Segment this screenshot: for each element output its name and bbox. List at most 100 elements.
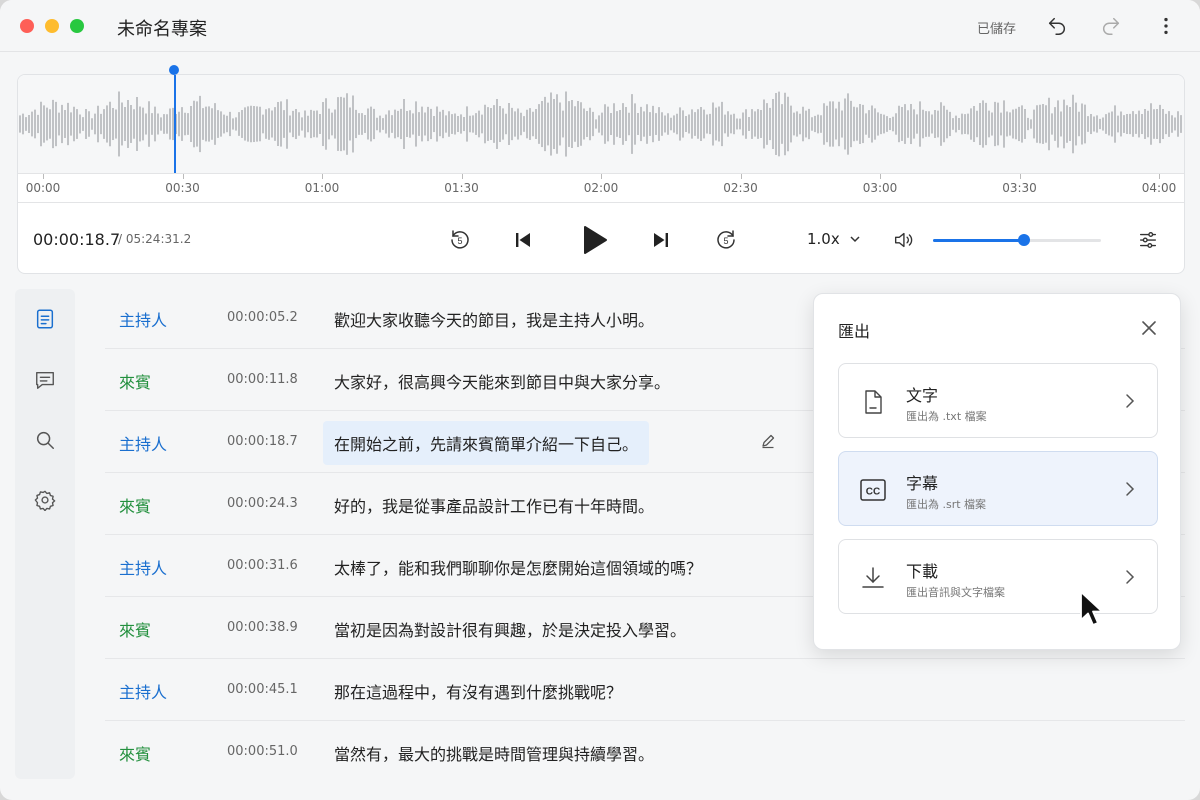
search-icon — [36, 431, 54, 449]
export-text-option[interactable]: 文字 匯出為 .txt 檔案 — [838, 363, 1158, 438]
svg-text:5: 5 — [457, 236, 462, 246]
segment-text[interactable]: 在開始之前，先請來賓簡單介紹一下自己。 — [323, 421, 650, 465]
play-icon — [584, 226, 607, 254]
comments-tab[interactable] — [29, 364, 61, 396]
speaker-label[interactable]: 主持人 — [119, 679, 167, 703]
ruler-tick — [1019, 174, 1021, 179]
download-icon — [862, 567, 884, 588]
segment-timestamp[interactable]: 00:00:45.1 — [227, 682, 298, 697]
segment-timestamp[interactable]: 00:00:18.7 — [227, 434, 298, 449]
segment-text[interactable]: 大家好，很高興今天能來到節目中與大家分享。 — [334, 369, 670, 393]
speaker-label[interactable]: 來賓 — [119, 369, 151, 393]
speaker-label[interactable]: 來賓 — [119, 493, 151, 517]
skip-next-icon — [654, 233, 668, 247]
app-window: 未命名專案 已儲存 00:00 00:30 01:00 01:30 02:00 02:30… — [0, 0, 1200, 800]
segment-timestamp[interactable]: 00:00:11.8 — [227, 372, 298, 387]
option-subtitle: 匯出為 .srt 檔案 — [906, 498, 987, 511]
ruler-tick — [322, 174, 323, 179]
segment-timestamp[interactable]: 00:00:05.2 — [227, 310, 298, 325]
project-title: 未命名專案 — [117, 19, 207, 40]
next-button[interactable] — [649, 228, 673, 252]
comment-icon — [36, 371, 54, 389]
segment-text[interactable]: 當初是因為對設計很有興趣，於是決定投入學習。 — [334, 617, 686, 641]
option-title: 字幕 — [906, 474, 939, 493]
option-subtitle: 匯出音訊與文字檔案 — [906, 586, 1005, 599]
option-title: 文字 — [906, 386, 939, 405]
segment-text[interactable]: 好的，我是從事產品設計工作已有十年時間。 — [334, 493, 654, 517]
chevron-down-icon — [849, 236, 860, 243]
document-icon — [36, 309, 54, 329]
segment-timestamp[interactable]: 00:00:38.9 — [227, 620, 298, 635]
forward-5-button[interactable]: 5 — [713, 227, 739, 253]
speed-selector[interactable]: 1.0x — [807, 230, 861, 248]
minimize-window-button[interactable] — [45, 19, 59, 33]
title-bar: 未命名專案 已儲存 — [0, 0, 1200, 52]
speaker-label[interactable]: 主持人 — [119, 555, 167, 579]
segment-text[interactable]: 歡迎大家收聽今天的節目，我是主持人小明。 — [334, 307, 654, 331]
undo-button[interactable] — [1043, 12, 1071, 40]
volume-level — [933, 239, 1024, 242]
more-vertical-icon — [1164, 17, 1168, 35]
segment-timestamp[interactable]: 00:00:24.3 — [227, 496, 298, 511]
undo-icon — [1048, 17, 1065, 35]
audio-player: 00:00 00:30 01:00 01:30 02:00 02:30 03:00 03:30… — [17, 74, 1185, 274]
cc-icon: CC — [860, 479, 886, 501]
segment-text[interactable]: 那在這過程中，有沒有遇到什麼挑戰呢？ — [334, 679, 622, 703]
timeline-ruler[interactable]: 00:00 00:30 01:00 01:30 02:00 02:30 03:00 03:30… — [18, 173, 1184, 203]
close-icon[interactable] — [1140, 319, 1158, 337]
search-tab[interactable] — [29, 424, 61, 456]
ruler-tick — [43, 174, 44, 179]
redo-button[interactable] — [1097, 12, 1125, 40]
close-window-button[interactable] — [20, 19, 34, 33]
edit-icon[interactable] — [760, 433, 776, 449]
side-rail — [15, 289, 75, 779]
export-panel: 匯出 文字 匯出為 .txt 檔案 CC 字幕 匯出為 .srt 檔案 下載 匯… — [813, 293, 1181, 650]
speaker-label[interactable]: 來賓 — [119, 741, 151, 765]
waveform-graph — [19, 91, 1182, 157]
settings-tab[interactable] — [29, 484, 61, 516]
current-time: 00:00:18.7 — [33, 230, 121, 249]
volume-handle[interactable] — [1017, 234, 1030, 246]
option-title: 下載 — [906, 562, 939, 581]
document-icon — [865, 390, 882, 414]
ruler-tick — [880, 174, 881, 179]
speaker-label[interactable]: 來賓 — [119, 617, 151, 641]
total-time: / 05:24:31.2 — [118, 232, 192, 246]
waveform[interactable] — [18, 75, 1184, 173]
redo-icon — [1103, 17, 1120, 35]
gear-icon — [34, 490, 56, 511]
option-subtitle: 匯出為 .txt 檔案 — [906, 410, 987, 423]
rewind-5-icon: 5 — [451, 230, 469, 249]
volume-button[interactable] — [891, 228, 915, 252]
rewind-5-button[interactable]: 5 — [447, 227, 473, 253]
play-button[interactable] — [580, 223, 610, 257]
segment-text[interactable]: 當然有，最大的挑戰是時間管理與持續學習。 — [334, 741, 654, 765]
transcript-row[interactable]: 來賓 00:00:51.0 當然有，最大的挑戰是時間管理與持續學習。 — [105, 721, 1185, 783]
export-download-option[interactable]: 下載 匯出音訊與文字檔案 — [838, 539, 1158, 614]
ruler-tick-label: 00:30 — [165, 181, 200, 195]
volume-slider[interactable] — [933, 234, 1101, 246]
settings-adjust-button[interactable] — [1136, 228, 1160, 252]
ruler-tick — [740, 174, 742, 179]
svg-text:5: 5 — [723, 236, 728, 246]
export-title: 匯出 — [838, 322, 871, 341]
playhead-handle[interactable] — [169, 65, 179, 75]
export-subtitle-option[interactable]: CC 字幕 匯出為 .srt 檔案 — [838, 451, 1158, 526]
ruler-tick — [461, 174, 463, 179]
more-menu-button[interactable] — [1152, 12, 1180, 40]
segment-timestamp[interactable]: 00:00:31.6 — [227, 558, 298, 573]
segment-text[interactable]: 太棒了，能和我們聊聊你是怎麼開始這個領域的嗎？ — [334, 555, 702, 579]
forward-5-icon: 5 — [717, 230, 735, 249]
speaker-label[interactable]: 主持人 — [119, 431, 167, 455]
transcript-tab[interactable] — [29, 303, 61, 335]
transcript-row[interactable]: 主持人 00:00:45.1 那在這過程中，有沒有遇到什麼挑戰呢？ — [105, 659, 1185, 721]
zoom-window-button[interactable] — [70, 19, 84, 33]
speaker-label[interactable]: 主持人 — [119, 307, 167, 331]
segment-timestamp[interactable]: 00:00:51.0 — [227, 744, 298, 759]
ruler-tick-label: 01:30 — [444, 181, 479, 195]
playhead[interactable] — [174, 75, 176, 173]
ruler-tick-label: 02:30 — [723, 181, 758, 195]
volume-icon — [894, 232, 913, 248]
previous-button[interactable] — [511, 228, 535, 252]
ruler-tick-label: 01:00 — [304, 181, 340, 195]
